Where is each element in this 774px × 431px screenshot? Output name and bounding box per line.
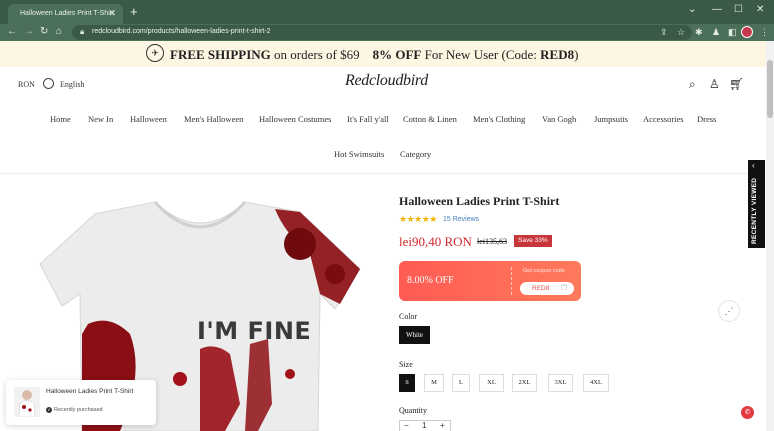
original-price: lei135,63 xyxy=(477,237,507,246)
scrollbar-thumb[interactable] xyxy=(767,60,773,118)
size-option-4xl[interactable]: 4XL xyxy=(583,374,609,392)
toast-product-thumbnail xyxy=(14,387,40,418)
nav-new-in[interactable]: New In xyxy=(88,114,113,124)
site-logo[interactable]: Redcloudbird xyxy=(345,72,428,90)
page-root: { "browser": { "tab_title": "Halloween L… xyxy=(0,0,774,431)
recently-viewed-label: RECENTLY VIEWED xyxy=(751,177,758,244)
check-circle-icon: ✓ xyxy=(46,407,52,413)
size-option-l[interactable]: L xyxy=(452,374,470,392)
coupon-code-button[interactable]: RED8 ❐ xyxy=(520,282,574,295)
profile-manage-icon[interactable]: ♟ xyxy=(712,27,720,38)
nav-van-gogh[interactable]: Van Gogh xyxy=(542,114,576,124)
nav-category[interactable]: Category xyxy=(400,149,431,159)
help-chat-button[interactable]: ✆ xyxy=(741,406,754,419)
promo-code: RED8 xyxy=(540,47,575,62)
share-page-icon[interactable]: ⇪ xyxy=(660,27,668,38)
reviews-link[interactable]: 15 Reviews xyxy=(443,216,479,223)
globe-icon[interactable] xyxy=(43,78,54,89)
coupon-get-label: Get coupon code xyxy=(523,268,565,274)
chevron-left-icon: ‹ xyxy=(752,161,755,170)
coupon-card: 8.00% OFF Get coupon code RED8 ❐ xyxy=(399,261,581,301)
quantity-stepper[interactable]: − 1 + xyxy=(399,420,451,431)
nav-dress[interactable]: Dress xyxy=(697,114,716,124)
nav-cotton-linen[interactable]: Cotton & Linen xyxy=(403,114,457,124)
bird-logo-icon: ✈ xyxy=(146,44,164,62)
minus-icon[interactable]: − xyxy=(404,421,409,430)
nav-jumpsuits[interactable]: Jumpsuits xyxy=(594,114,628,124)
toast-status-text: Recently purchased xyxy=(54,407,103,413)
share-button[interactable]: ⋰ xyxy=(718,300,740,322)
promo-text: FREE SHIPPING on orders of $69 8% OFF Fo… xyxy=(170,47,578,63)
size-option-s[interactable]: S xyxy=(399,374,415,392)
tab-search-icon[interactable]: ⌄ xyxy=(688,4,696,15)
profile-avatar[interactable] xyxy=(741,26,753,38)
language-selector[interactable]: English xyxy=(60,80,84,89)
nav-hot-swimsuits[interactable]: Hot Swimsuits xyxy=(334,149,384,159)
browser-tab[interactable]: Halloween Ladies Print T-Shirt ✕ xyxy=(8,4,123,24)
home-icon[interactable]: ⌂ xyxy=(56,26,62,38)
product-title: Halloween Ladies Print T-Shirt xyxy=(399,194,560,208)
nav-accessories[interactable]: Accessories xyxy=(643,114,684,124)
maximize-icon[interactable]: ☐ xyxy=(734,4,743,15)
color-label: Color xyxy=(399,312,418,321)
nav-fall[interactable]: It's Fall y'all xyxy=(347,114,389,124)
browser-toolbar: ← → ↻ ⌂ 🔒︎ redcloudbird.com/products/hal… xyxy=(0,24,774,41)
promo-new-user: For New User (Code: xyxy=(421,47,541,62)
nav-home[interactable]: Home xyxy=(50,114,71,124)
close-window-icon[interactable]: ✕ xyxy=(756,4,764,15)
bookmark-star-icon[interactable]: ☆ xyxy=(677,27,685,38)
nav-halloween-costumes[interactable]: Halloween Costumes xyxy=(259,114,331,124)
nav-mens-halloween[interactable]: Men's Halloween xyxy=(184,114,243,124)
quantity-value: 1 xyxy=(422,421,427,430)
size-option-2xl[interactable]: 2XL xyxy=(512,374,537,392)
recently-viewed-tab[interactable]: ‹ RECENTLY VIEWED xyxy=(748,160,765,248)
nav-halloween[interactable]: Halloween xyxy=(130,114,167,124)
promo-discount: 8% OFF xyxy=(372,47,422,62)
search-icon[interactable]: ⌕ xyxy=(689,77,696,92)
tab-close-icon[interactable]: ✕ xyxy=(108,8,116,19)
color-option-white[interactable]: White xyxy=(399,326,430,344)
address-bar[interactable]: 🔒︎ redcloudbird.com/products/halloween-l… xyxy=(72,25,692,40)
promo-orders: on orders of $69 xyxy=(270,47,360,62)
tab-title: Halloween Ladies Print T-Shirt xyxy=(20,10,115,17)
url-text: redcloudbird.com/products/halloween-ladi… xyxy=(92,28,271,35)
extensions-icon[interactable]: ✱ xyxy=(695,27,703,38)
copy-icon[interactable]: ❐ xyxy=(561,282,567,295)
coupon-discount: 8.00% OFF xyxy=(407,275,454,286)
cart-icon[interactable]: 🛒︎ xyxy=(729,77,744,91)
nav-mens-clothing[interactable]: Men's Clothing xyxy=(473,114,525,124)
coupon-code-text: RED8 xyxy=(532,285,550,292)
tshirt-print-text: I'M FINE xyxy=(197,317,312,345)
currency-selector[interactable]: RON xyxy=(18,80,35,89)
share-icon: ⋰ xyxy=(724,306,734,316)
size-label: Size xyxy=(399,360,413,369)
promo-banner: ✈ FREE SHIPPING on orders of $69 8% OFF … xyxy=(0,41,774,67)
size-option-xl[interactable]: XL xyxy=(479,374,504,392)
minimize-icon[interactable]: — xyxy=(712,4,722,15)
forward-icon[interactable]: → xyxy=(24,26,34,38)
lock-icon: 🔒︎ xyxy=(80,27,85,36)
side-panel-icon[interactable]: ◧ xyxy=(728,27,737,38)
save-badge: Save 33% xyxy=(514,235,552,247)
promo-close-paren: ) xyxy=(574,47,579,62)
current-price: lei90,40 RON xyxy=(399,234,472,249)
toast-status: ✓ Recently purchased xyxy=(46,407,103,413)
toast-thumb-image xyxy=(18,390,36,418)
recent-purchase-toast[interactable]: Halloween Ladies Print T-Shirt ✓ Recently… xyxy=(6,380,156,425)
toast-title: Halloween Ladies Print T-Shirt xyxy=(46,388,134,395)
coupon-separator xyxy=(511,267,512,295)
browser-tab-bar: Halloween Ladies Print T-Shirt ✕ + ⌄ — ☐… xyxy=(0,0,774,24)
rating-stars: ★★★★★ xyxy=(399,214,437,224)
back-icon[interactable]: ← xyxy=(7,26,17,38)
size-option-m[interactable]: M xyxy=(424,374,444,392)
promo-free-shipping: FREE SHIPPING xyxy=(170,47,271,62)
plus-icon[interactable]: + xyxy=(440,421,445,430)
size-option-3xl[interactable]: 3XL xyxy=(548,374,573,392)
quantity-label: Quantity xyxy=(399,406,427,415)
new-tab-icon[interactable]: + xyxy=(130,5,138,18)
reload-icon[interactable]: ↻ xyxy=(40,26,48,38)
account-icon[interactable]: ♙ xyxy=(709,77,720,91)
menu-kebab-icon[interactable]: ⋮ xyxy=(760,27,769,38)
chat-icon: ✆ xyxy=(744,409,751,416)
